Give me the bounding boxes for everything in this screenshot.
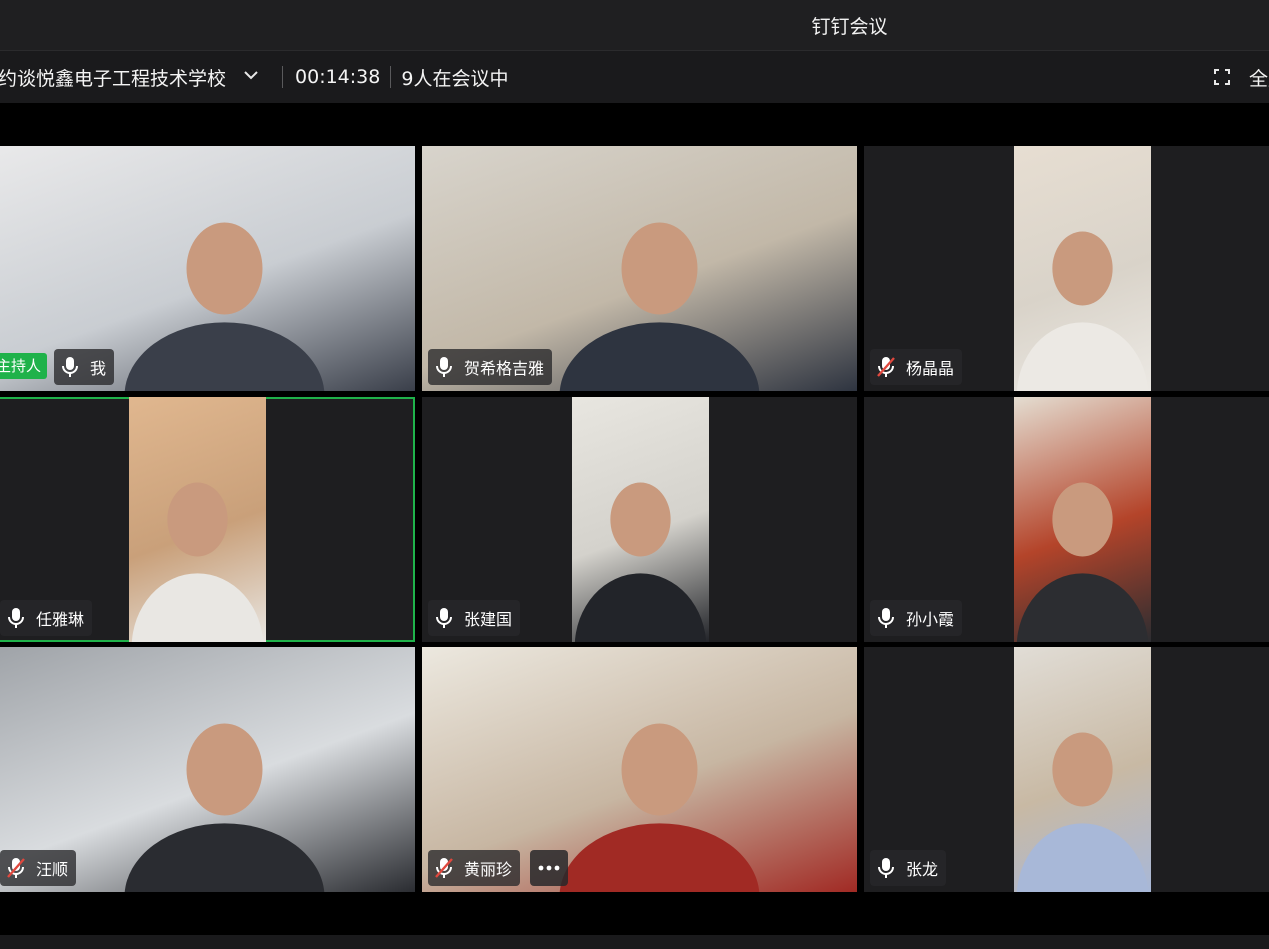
bottom-toolbar (0, 935, 1269, 949)
mic-muted-icon (7, 858, 25, 878)
participant-name: 黄丽珍 (464, 860, 513, 879)
participant-nametag: 杨晶晶 (870, 349, 963, 385)
person-silhouette (574, 482, 707, 642)
chevron-down-icon[interactable] (242, 66, 260, 84)
participant-video (1014, 647, 1151, 892)
participant-nametag: 我 (54, 349, 115, 385)
participant-video (1014, 146, 1151, 391)
mic-icon (878, 608, 894, 628)
person-silhouette (1016, 482, 1149, 642)
more-options-button[interactable] (530, 850, 568, 886)
participant-nametag: 孙小霞 (870, 600, 963, 636)
fullscreen-button[interactable]: 全屏 (1213, 51, 1269, 103)
meeting-info-bar: 约谈悦鑫电子工程技术学校 00:14:38 9人在会议中 全屏 (0, 51, 1269, 103)
video-grid: 我 主持人 贺希格吉雅 杨晶晶任雅琳 张建国 孙小霞汪顺 黄丽珍 张龙 (0, 146, 1269, 892)
more-icon (538, 865, 560, 871)
participant-name: 贺希格吉雅 (464, 359, 545, 378)
participant-nametag: 贺希格吉雅 (428, 349, 553, 385)
participant-name: 孙小霞 (906, 610, 955, 629)
video-tile[interactable]: 贺希格吉雅 (422, 146, 857, 391)
participant-nametag: 任雅琳 (0, 600, 93, 636)
mic-icon (8, 608, 24, 628)
participant-name: 汪顺 (36, 860, 69, 879)
title-bar: 钉钉会议 (0, 0, 1269, 51)
mic-muted-icon (435, 858, 453, 878)
participant-count: 9人在会议中 (401, 67, 509, 90)
participant-name: 张建国 (464, 610, 513, 629)
mic-icon (62, 357, 78, 377)
participant-video (1014, 397, 1151, 642)
meeting-timer: 00:14:38 (295, 66, 381, 88)
person-silhouette (1016, 231, 1149, 391)
fullscreen-label: 全屏 (1249, 67, 1269, 90)
meeting-name[interactable]: 约谈悦鑫电子工程技术学校 (0, 64, 226, 91)
participant-video (572, 397, 709, 642)
video-tile[interactable]: 张建国 (422, 397, 857, 642)
divider (282, 66, 284, 88)
video-tile[interactable]: 汪顺 (0, 647, 415, 892)
participant-nametag: 张龙 (870, 850, 947, 886)
video-tile[interactable]: 杨晶晶 (864, 146, 1269, 391)
divider (390, 66, 392, 88)
video-tile[interactable]: 我 主持人 (0, 146, 415, 391)
participant-nametag: 黄丽珍 (428, 850, 521, 886)
participant-name: 我 (90, 359, 107, 378)
video-tile[interactable]: 黄丽珍 (422, 647, 857, 892)
mic-icon (436, 608, 452, 628)
video-tile[interactable]: 张龙 (864, 647, 1269, 892)
participant-nametag: 汪顺 (0, 850, 77, 886)
video-tile[interactable]: 孙小霞 (864, 397, 1269, 642)
participant-name: 杨晶晶 (906, 359, 955, 378)
host-badge: 主持人 (0, 353, 48, 379)
video-tile[interactable]: 任雅琳 (0, 397, 415, 642)
participant-name: 任雅琳 (36, 610, 85, 629)
person-silhouette (131, 482, 264, 642)
participant-name: 张龙 (906, 860, 939, 879)
mic-muted-icon (877, 357, 895, 377)
fullscreen-icon (1214, 69, 1230, 85)
person-silhouette (1016, 732, 1149, 892)
window-title: 钉钉会议 (811, 15, 888, 38)
participant-nametag: 张建国 (428, 600, 521, 636)
mic-icon (436, 357, 452, 377)
participant-video (129, 397, 266, 642)
mic-icon (878, 858, 894, 878)
